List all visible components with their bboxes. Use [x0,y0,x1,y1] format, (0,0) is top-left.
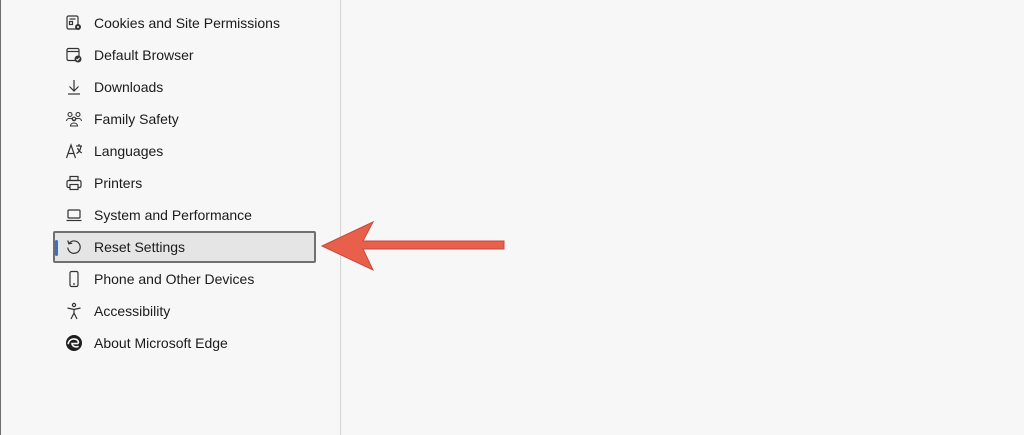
sidebar-item-label: Default Browser [94,47,194,63]
printer-icon [65,174,83,192]
sidebar-item-label: Printers [94,175,143,191]
sidebar-item-label: Languages [94,143,164,159]
languages-icon [65,142,83,160]
sidebar-item-label: Accessibility [94,303,171,319]
sidebar-item-label: About Microsoft Edge [94,335,228,351]
sidebar-item-printers[interactable]: Printers [53,167,316,199]
cookie-permissions-icon [65,14,83,32]
sidebar-item-accessibility[interactable]: Accessibility [53,295,316,327]
phone-icon [65,270,83,288]
sidebar-item-system-and-performance[interactable]: System and Performance [53,199,316,231]
sidebar-item-label: System and Performance [94,207,252,223]
sidebar-item-family-safety[interactable]: Family Safety [53,103,316,135]
sidebar-item-default-browser[interactable]: Default Browser [53,39,316,71]
sidebar-item-label: Family Safety [94,111,179,127]
sidebar-item-phone-and-other-devices[interactable]: Phone and Other Devices [53,263,316,295]
reset-icon [65,238,83,256]
default-browser-icon [65,46,83,64]
settings-nav-list: Cookies and Site Permissions Default Bro… [53,7,316,359]
selected-indicator [55,240,58,256]
sidebar-item-downloads[interactable]: Downloads [53,71,316,103]
sidebar-item-cookies-and-site-permissions[interactable]: Cookies and Site Permissions [53,7,316,39]
settings-sidebar: Cookies and Site Permissions Default Bro… [1,0,340,435]
accessibility-icon [65,302,83,320]
laptop-icon [65,206,83,224]
annotation-arrow-icon [320,220,505,272]
sidebar-item-label: Reset Settings [94,239,186,255]
sidebar-item-reset-settings[interactable]: Reset Settings [53,231,316,263]
sidebar-item-label: Phone and Other Devices [94,271,255,287]
sidebar-item-label: Cookies and Site Permissions [94,15,280,31]
download-icon [65,78,83,96]
sidebar-item-about-microsoft-edge[interactable]: About Microsoft Edge [53,327,316,359]
sidebar-item-label: Downloads [94,79,164,95]
family-icon [65,110,83,128]
sidebar-item-languages[interactable]: Languages [53,135,316,167]
edge-logo-icon [65,334,83,352]
